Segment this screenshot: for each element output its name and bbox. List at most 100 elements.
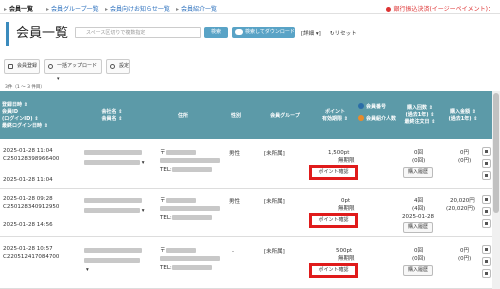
copy-icon[interactable] [482, 207, 491, 216]
top-nav: ▸ 会員一覧 ▸ 会員グループ一覧 ▸ 会員向けお知らせ一覧 ▸ 会員紹介一覧 銀行振込… [0, 0, 500, 14]
table-row[interactable]: 2025-01-28 10:57 C2205124170847​00 ▾ 〒 T… [0, 237, 500, 289]
point-expiry: 無期限 [338, 256, 355, 262]
company-name-redacted [84, 149, 142, 157]
search-download-button[interactable]: 検索してダウンロード [232, 27, 295, 38]
copy-icon[interactable] [482, 257, 491, 266]
last-login: 2025-01-28 11:04 [3, 177, 53, 183]
gear-icon [110, 64, 115, 69]
edit-icon[interactable] [482, 147, 491, 156]
purchase-count-year: (4回) [412, 206, 426, 212]
last-login: 2025-01-28 14:56 [3, 222, 53, 228]
registration-date: 2025-01-28 09:28 [3, 196, 53, 202]
delete-icon[interactable] [482, 269, 491, 278]
member-name-redacted[interactable]: ▾ [84, 159, 145, 167]
purchase-amount: 0円 [460, 248, 469, 254]
member-id: C2501283989664​00 [3, 156, 60, 162]
alert-icon [386, 7, 392, 12]
purchase-amount: 20,020円 [450, 198, 475, 204]
edit-icon[interactable] [482, 195, 491, 204]
vertical-scrollbar[interactable] [492, 91, 500, 289]
header-member-number: 会員番号 [358, 103, 398, 111]
search-button[interactable]: 検索 [204, 27, 228, 38]
gender: 男性 [229, 199, 241, 205]
purchase-amount-year: (20,020円) [446, 206, 476, 212]
delete-icon[interactable] [482, 171, 491, 180]
purchase-amount-year: (0円) [458, 256, 472, 262]
point-check-button[interactable]: ポイント確認 [309, 165, 358, 180]
purchase-history-button[interactable]: 購入履歴 [403, 167, 433, 178]
postal-code: 〒 [160, 197, 196, 205]
header-referral-count: 会員紹介人数 [358, 115, 398, 123]
point-expiry: 無期限 [338, 206, 355, 212]
header-gender: 性別 [230, 113, 241, 119]
address-redacted [160, 255, 220, 263]
postal-code: 〒 [160, 149, 196, 157]
point-balance: 1,500pt [328, 150, 350, 156]
last-order-date: 2025-01-28 [402, 214, 434, 220]
phone: TEL: [160, 264, 212, 272]
point-check-button[interactable]: ポイント確認 [309, 213, 358, 228]
registration-date: 2025-01-28 11:04 [3, 148, 53, 154]
member-group: [未所属] [264, 151, 285, 157]
point-balance: 500pt [336, 248, 353, 254]
purchase-count-year: (0回) [412, 158, 426, 164]
name-dropdown[interactable]: ▾ [86, 266, 89, 274]
purchase-amount: 0円 [460, 150, 469, 156]
gender: - [232, 249, 234, 255]
result-count: 3件（1 〜 3 件目） [5, 85, 45, 90]
point-check-button[interactable]: ポイント確認 [309, 263, 358, 278]
referral-icon [358, 115, 364, 121]
header-group: 会員グループ [270, 113, 300, 119]
point-balance: 0pt [341, 198, 351, 204]
registration-date: 2025-01-28 10:57 [3, 246, 53, 252]
edit-icon[interactable] [482, 245, 491, 254]
nav-member-group-list[interactable]: ▸ 会員グループ一覧 [46, 4, 99, 13]
bulk-upload-button[interactable]: 一括アップロード ▾ [44, 59, 102, 82]
purchase-count: 4回 [414, 198, 423, 204]
purchase-history-button[interactable]: 購入履歴 [403, 265, 433, 276]
purchase-count-year: (0回) [412, 256, 426, 262]
cloud-download-icon [235, 29, 243, 35]
header-address: 住所 [177, 113, 188, 119]
bank-transfer-notice[interactable]: 銀行振込決済(イージーペイメント)： [386, 4, 494, 13]
table-row[interactable]: 2025-01-28 11:04 C2501283989664​00 2025-… [0, 139, 500, 189]
document-icon [8, 64, 13, 69]
phone: TEL: [160, 166, 212, 174]
member-name-redacted[interactable]: ▾ [84, 207, 145, 215]
table-row[interactable]: 2025-01-28 09:28 C2501283409129​50 2025-… [0, 189, 500, 237]
nav-member-list[interactable]: ▸ 会員一覧 [4, 4, 33, 13]
detail-toggle[interactable]: [詳細 ▾] [301, 29, 321, 37]
user-icon [358, 103, 364, 109]
purchase-history-button[interactable]: 購入履歴 [403, 222, 433, 233]
copy-icon[interactable] [482, 159, 491, 168]
postal-code: 〒 [160, 247, 196, 255]
header-purchase-amount[interactable]: 購入金額 ⇕ (過去1年) ⇕ [440, 109, 486, 123]
search-input[interactable] [75, 27, 201, 38]
page-title: 会員一覧 [6, 22, 68, 46]
nav-member-referral-list[interactable]: ▸ 会員紹介一覧 [176, 4, 217, 13]
header-name[interactable]: 会社名 ⇕ 会員名 ⇕ [92, 109, 132, 123]
phone: TEL: [160, 214, 212, 222]
member-group: [未所属] [264, 249, 285, 255]
header-purchase-count[interactable]: 購入回数 ⇕ (過去1年) ⇕ 最終注文日 ⇕ [400, 105, 440, 126]
gender: 男性 [229, 151, 241, 157]
scrollbar-thumb[interactable] [493, 93, 499, 213]
member-group: [未所属] [264, 199, 285, 205]
address-redacted [160, 205, 220, 213]
reset-link[interactable]: ↻リセット [330, 29, 357, 37]
header-point[interactable]: ポイント 有効期限 ⇕ [315, 109, 355, 123]
nav-member-notice-list[interactable]: ▸ 会員向けお知らせ一覧 [105, 4, 170, 13]
purchase-amount-year: (0円) [458, 158, 472, 164]
company-name-redacted [84, 247, 142, 255]
address-redacted [160, 157, 220, 165]
table-header: 登録日時 ⇕ 会員ID (ログインID) ⇕ 最終ログイン日時 ⇕ 会社名 ⇕ 会員名 … [0, 91, 500, 139]
purchase-count: 0回 [414, 248, 423, 254]
member-name-redacted[interactable] [84, 257, 140, 265]
settings-button[interactable]: 設定 [106, 59, 130, 74]
upload-icon [48, 64, 53, 69]
header-registration[interactable]: 登録日時 ⇕ 会員ID (ログインID) ⇕ 最終ログイン日時 ⇕ [2, 102, 66, 130]
register-member-button[interactable]: 会員登録 [4, 59, 40, 74]
delete-icon[interactable] [482, 219, 491, 228]
member-id: C2501283409129​50 [3, 204, 60, 210]
point-expiry: 無期限 [338, 158, 355, 164]
